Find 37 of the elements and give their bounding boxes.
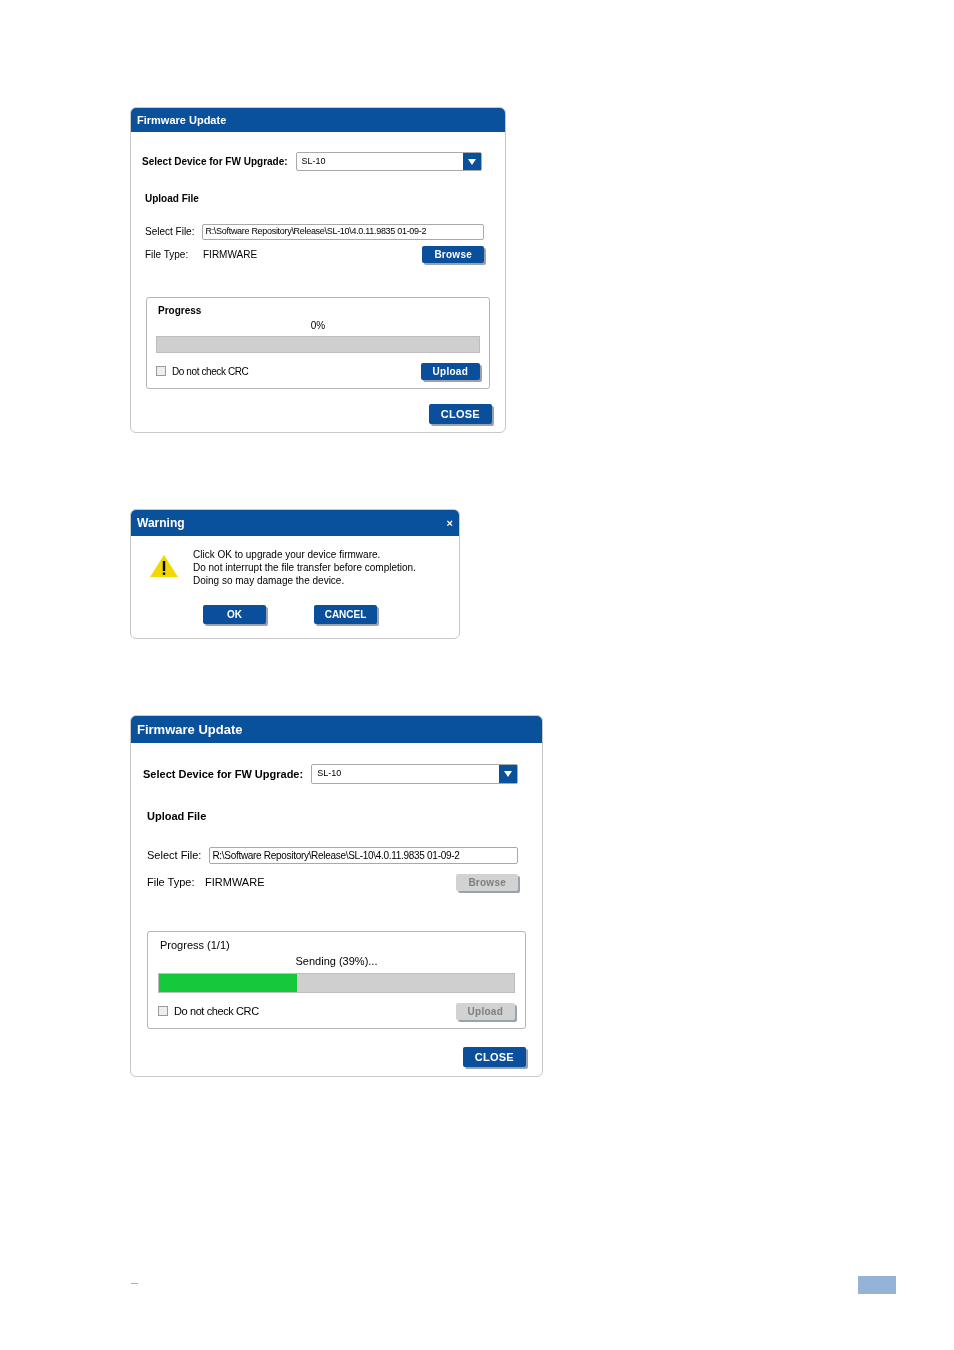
field-label: Select Device for FW Upgrade:: [142, 155, 288, 169]
file-path-field[interactable]: R:\Software Repository\Release\SL-10\4.0.11.9835 01-09-2: [202, 224, 484, 240]
device-dropdown[interactable]: SL-10: [295, 152, 482, 171]
progress-status: Sending (39%)...: [294, 954, 379, 969]
close-button[interactable]: ×: [446, 514, 453, 532]
action-button[interactable]: Upload: [420, 362, 480, 380]
window-title: Firmware Update: [137, 112, 227, 128]
field-label: Select Device for FW Upgrade:: [143, 766, 304, 782]
file-type-value: FIRMWARE: [203, 247, 259, 262]
dialog-button[interactable]: OK: [203, 605, 266, 624]
warning-message: Click OK to upgrade your device firmware. Do not interrupt the file transfer before completion. Doing so may damage the device.: [193, 548, 416, 587]
dropdown-value: SL-10: [300, 154, 327, 168]
section-title: Upload File: [145, 192, 200, 206]
checkbox-label: Do not check CRC: [174, 1003, 260, 1019]
progress-title: Progress (1/1): [160, 937, 231, 953]
dialog-button[interactable]: CANCEL: [314, 605, 377, 624]
checkbox-label: Do not check CRC: [172, 364, 250, 379]
field-label: File Type:: [147, 874, 196, 890]
window-title: Firmware Update: [137, 720, 243, 739]
section-title: Upload File: [147, 809, 208, 824]
device-dropdown[interactable]: SL-10: [311, 764, 518, 784]
progress-status: 0%: [309, 318, 327, 333]
close-button[interactable]: CLOSE: [462, 1046, 526, 1067]
close-button[interactable]: CLOSE: [428, 403, 492, 424]
checkbox[interactable]: [158, 1006, 168, 1016]
progress-title: Progress: [158, 303, 203, 318]
window-title: Warning: [137, 515, 185, 532]
field-label: File Type:: [145, 247, 190, 262]
warning-icon: [149, 554, 179, 578]
dropdown-value: SL-10: [316, 767, 343, 781]
action-button[interactable]: Browse: [422, 245, 484, 263]
field-label: Select File:: [147, 847, 202, 863]
checkbox[interactable]: [156, 366, 166, 376]
footer-dash: [131, 1283, 138, 1284]
file-type-value: FIRMWARE: [205, 874, 266, 890]
file-path-field[interactable]: R:\Software Repository\Release\SL-10\4.0.11.9835 01-09-2: [209, 846, 518, 864]
field-label: Select File:: [145, 225, 195, 240]
